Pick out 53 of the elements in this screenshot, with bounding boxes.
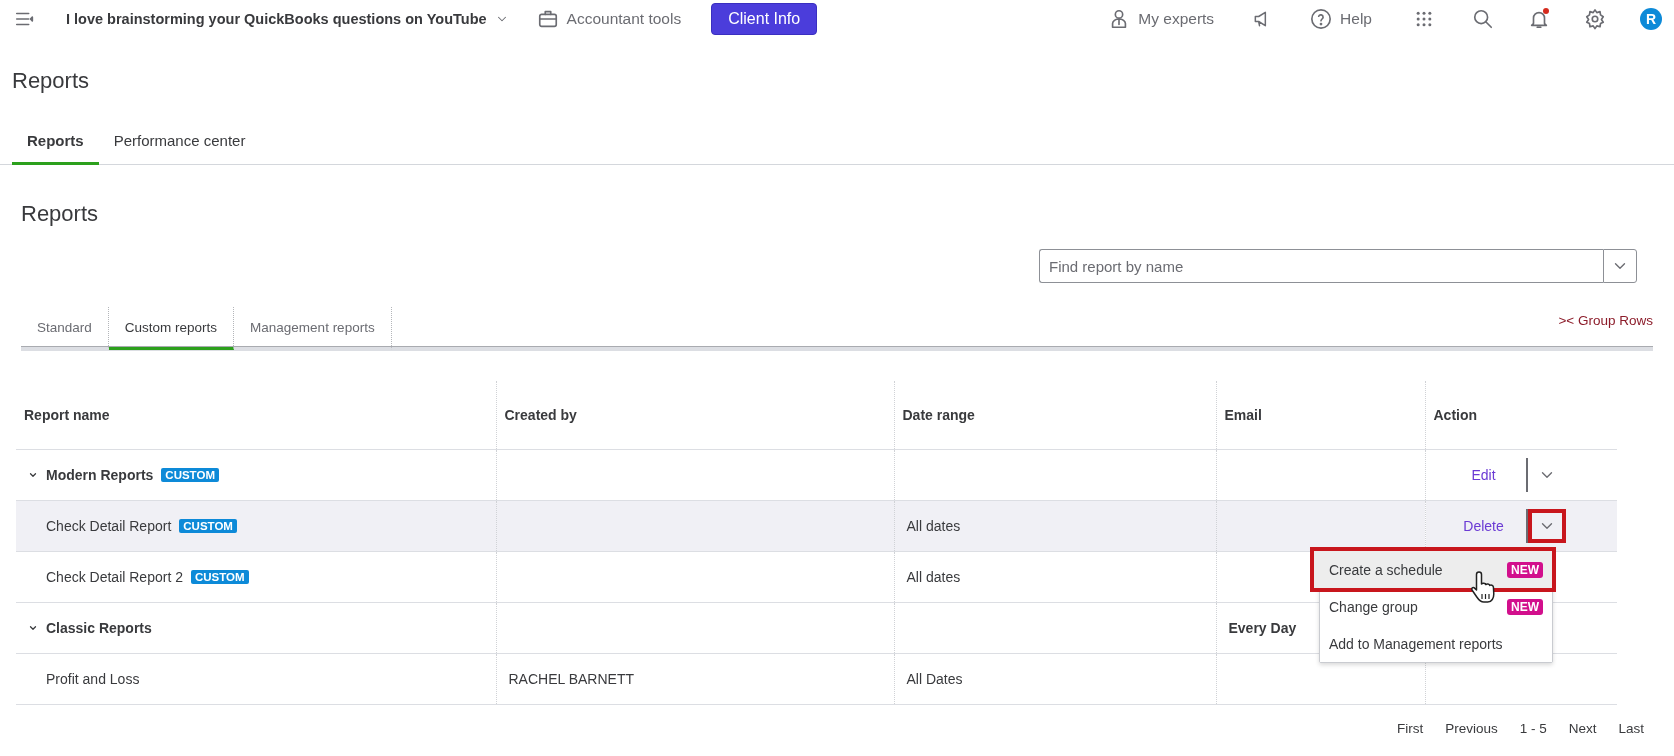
expand-chevron-icon[interactable] — [28, 470, 38, 480]
column-header: Date range — [902, 407, 975, 423]
report-tab[interactable]: Custom reports — [108, 307, 235, 350]
column-header: Created by — [504, 407, 577, 423]
delete-link[interactable]: Delete — [1455, 518, 1512, 534]
group-name: Classic Reports — [46, 620, 152, 636]
search-icon[interactable] — [1472, 8, 1494, 30]
report-tab[interactable]: Management reports — [234, 307, 392, 350]
apps-grid-icon[interactable] — [1414, 9, 1434, 29]
creator-name: RACHEL BARNETT — [508, 671, 634, 687]
my-experts-button[interactable]: My experts — [1108, 8, 1215, 30]
custom-badge: CUSTOM — [161, 468, 219, 482]
pagination-link[interactable]: 1 - 5 — [1519, 721, 1547, 736]
new-badge: NEW — [1507, 598, 1543, 615]
report-tab[interactable]: Standard — [21, 307, 109, 350]
new-badge: NEW — [1507, 561, 1543, 578]
report-name[interactable]: Check Detail Report — [46, 518, 172, 534]
page-tab[interactable]: Reports — [12, 122, 99, 165]
group-name: Modern Reports — [46, 467, 154, 483]
page-title: Reports — [11, 67, 91, 94]
settings-icon[interactable] — [1584, 8, 1606, 30]
report-name[interactable]: Profit and Loss — [46, 671, 140, 687]
expand-chevron-icon[interactable] — [28, 623, 38, 633]
briefcase-icon — [536, 8, 559, 30]
section-title: Reports — [21, 200, 100, 228]
dropdown-button[interactable] — [1603, 249, 1637, 283]
date-range: All Dates — [906, 671, 963, 687]
column-header: Report name — [24, 407, 110, 423]
search-field[interactable]: Find report by name — [1039, 249, 1603, 283]
avatar[interactable]: R — [1640, 8, 1662, 30]
table-row[interactable]: Modern Reports CUSTOM Edit — [16, 449, 1617, 501]
help-button[interactable]: Help — [1310, 8, 1372, 30]
pagination-link[interactable]: Last — [1618, 721, 1644, 736]
group-rows-link[interactable]: >< Group Rows — [1558, 313, 1653, 328]
date-range: All dates — [906, 518, 961, 534]
help-icon — [1310, 8, 1333, 30]
custom-badge: CUSTOM — [179, 519, 237, 533]
menu-item[interactable]: Add to Management reports — [1320, 625, 1552, 662]
client-info-button[interactable]: Client Info — [711, 3, 818, 35]
accountant-tools-button[interactable]: Accountant tools — [536, 8, 682, 30]
column-header: Action — [1433, 407, 1478, 423]
email-schedule: Every Day — [1228, 620, 1297, 636]
table-row[interactable]: Profit and Loss RACHEL BARNETT All Dates — [16, 653, 1617, 705]
edit-link[interactable]: Edit — [1455, 467, 1512, 483]
pagination-link[interactable]: Next — [1568, 721, 1597, 736]
report-name[interactable]: Check Detail Report 2 — [46, 569, 183, 585]
company-name-dropdown[interactable]: I love brainstorming your QuickBooks questions on YouTube — [66, 11, 509, 27]
date-range: All dates — [906, 569, 961, 585]
pagination-link[interactable]: Previous — [1445, 721, 1498, 736]
page-tab[interactable]: Performance center — [98, 122, 261, 165]
custom-badge: CUSTOM — [190, 570, 249, 584]
pagination-link[interactable]: First — [1396, 721, 1424, 736]
column-header: Email — [1224, 407, 1262, 423]
